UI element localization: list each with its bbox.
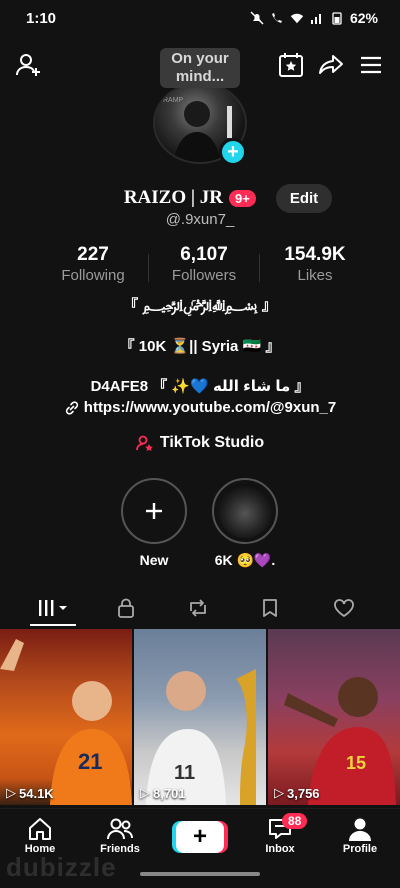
play-icon: ▷ xyxy=(274,785,284,800)
inbox-badge: 88 xyxy=(282,813,308,829)
lock-icon xyxy=(118,598,134,618)
player-image: 21 xyxy=(0,639,132,805)
mute-icon xyxy=(250,11,264,25)
view-count: ▷ 8,701 xyxy=(140,785,186,801)
story-label: 6K 🥺💜. xyxy=(214,552,276,568)
story-label: New xyxy=(139,552,169,568)
tab-private[interactable] xyxy=(86,590,166,626)
heart-icon xyxy=(334,599,354,618)
svg-text:21: 21 xyxy=(78,749,102,774)
tab-reposts[interactable] xyxy=(158,590,238,626)
add-friend-icon[interactable] xyxy=(12,48,46,82)
stat-label: Following xyxy=(61,267,125,284)
stat-label: Followers xyxy=(171,267,237,284)
play-icon: ▷ xyxy=(6,785,16,800)
svg-text:RAMP: RAMP xyxy=(163,97,184,104)
tiktok-studio-button[interactable]: TikTok Studio xyxy=(135,434,265,452)
video-grid: 21 ▷ 54.1K 11 ▷ 8,701 15 ▷ 3,756 xyxy=(0,629,400,805)
friends-icon xyxy=(107,818,133,840)
nav-profile-label: Profile xyxy=(342,843,378,855)
status-bar: 1:10 62% xyxy=(0,0,400,36)
tiktok-studio-row: TikTok Studio xyxy=(0,434,400,456)
profile-icon xyxy=(349,818,371,841)
watermark: dubizzle xyxy=(6,852,117,882)
signal-icon xyxy=(310,14,321,24)
status-time: 1:10 xyxy=(26,9,57,27)
player-image: 11 xyxy=(146,669,256,805)
grid-icon xyxy=(39,600,67,616)
nav-home[interactable]: Home xyxy=(0,815,80,855)
status-bubble[interactable]: On your mind... xyxy=(160,48,240,88)
play-icon: ▷ xyxy=(140,785,150,800)
bio-line-2: 『 10K ⏳|| Syria 🇸🇾 』 xyxy=(119,338,281,355)
video-thumbnail[interactable]: 15 ▷ 3,756 xyxy=(268,629,400,805)
view-count-text: 54.1K xyxy=(19,785,54,801)
video-thumbnail[interactable]: 11 ▷ 8,701 xyxy=(134,629,266,805)
wifi-icon xyxy=(290,13,304,24)
edit-profile-button[interactable]: Edit xyxy=(275,183,333,213)
tab-favorites[interactable] xyxy=(230,590,310,626)
studio-icon xyxy=(135,435,153,451)
plus-icon xyxy=(146,503,162,519)
nav-friends[interactable]: Friends xyxy=(80,815,160,855)
bio-link-text: https://www.youtube.com/@9xun_7 xyxy=(83,399,337,416)
username: @.9xun7_ xyxy=(165,211,235,228)
home-icon xyxy=(29,818,51,840)
stat-value: 154.9K xyxy=(284,244,346,265)
view-count-text: 8,701 xyxy=(153,785,186,801)
name-badge[interactable]: 9+ xyxy=(229,189,256,207)
stat-likes[interactable]: 154.9K Likes xyxy=(260,244,370,284)
nav-profile[interactable]: Profile xyxy=(320,815,400,855)
bio-link-row: https://www.youtube.com/@9xun_7 xyxy=(0,399,400,420)
content-tabs xyxy=(0,590,400,626)
plus-icon: + xyxy=(192,823,207,850)
stat-followers[interactable]: 6,107 Followers xyxy=(149,244,259,284)
battery-level: 62% xyxy=(349,10,378,26)
story-highlight[interactable] xyxy=(212,478,278,544)
stat-value: 227 xyxy=(77,244,109,265)
battery-icon xyxy=(332,12,342,25)
create-button[interactable]: + xyxy=(176,821,224,853)
svg-text:15: 15 xyxy=(346,753,366,773)
add-story-icon[interactable]: + xyxy=(219,138,247,166)
tab-videos[interactable] xyxy=(14,590,94,626)
home-indicator xyxy=(140,872,260,876)
new-highlight-button[interactable] xyxy=(121,478,187,544)
view-count: ▷ 3,756 xyxy=(274,785,320,801)
display-name: RAIZO | JR xyxy=(123,187,224,208)
stats-row: 227 Following 6,107 Followers 154.9K Lik… xyxy=(38,244,370,284)
repost-icon xyxy=(190,599,206,617)
stat-value: 6,107 xyxy=(180,244,228,265)
tab-liked[interactable] xyxy=(304,590,384,626)
highlight-thumbnail xyxy=(218,484,272,538)
bio-link[interactable]: https://www.youtube.com/@9xun_7 xyxy=(64,399,336,416)
active-tab-indicator xyxy=(30,624,76,626)
video-thumbnail[interactable]: 21 ▷ 54.1K xyxy=(0,629,132,805)
stat-label: Likes xyxy=(297,267,333,284)
name-row: RAIZO | JR 9+ Edit xyxy=(0,183,400,213)
menu-icon[interactable] xyxy=(354,48,388,82)
nav-inbox-label: Inbox xyxy=(265,843,295,855)
view-count-text: 3,756 xyxy=(287,785,320,801)
share-icon[interactable] xyxy=(314,48,348,82)
stat-following[interactable]: 227 Following xyxy=(38,244,148,284)
view-count: ▷ 54.1K xyxy=(6,785,54,801)
bio-line-1: 『 ﷽ 』 xyxy=(123,297,277,314)
calendar-star-icon[interactable] xyxy=(274,48,308,82)
studio-label: TikTok Studio xyxy=(159,434,265,451)
status-icons: 62% xyxy=(250,10,378,26)
player-image: 15 xyxy=(284,677,396,805)
bookmark-icon xyxy=(263,599,277,617)
svg-text:11: 11 xyxy=(174,762,195,784)
bio-line-3: D4AFE8 『 ✨💙 ما شاء الله 』 xyxy=(90,378,310,395)
nav-inbox[interactable]: Inbox 88 xyxy=(240,813,320,855)
wifi-call-icon xyxy=(271,13,282,23)
link-icon xyxy=(65,400,78,415)
